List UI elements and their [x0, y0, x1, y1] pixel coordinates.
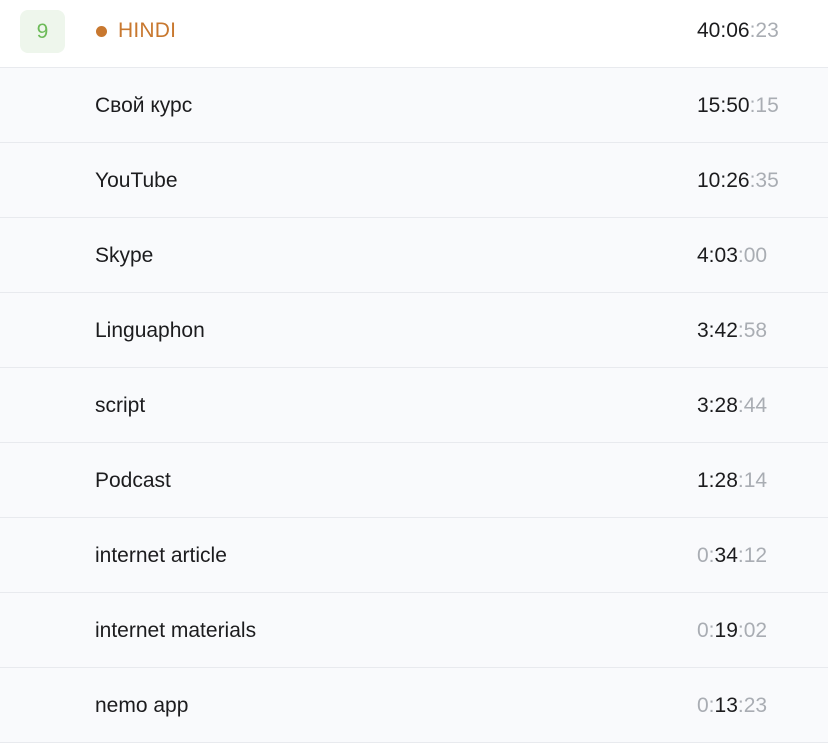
time-main: 4:03 — [697, 243, 738, 267]
activity-time: 3:28:44 — [697, 368, 767, 443]
time-main: 15:50 — [697, 93, 750, 117]
time-main: 3:42 — [697, 318, 738, 342]
activity-label: Linguaphon — [95, 318, 205, 342]
activity-row[interactable]: YouTube 10:26:35 — [0, 143, 828, 218]
activity-time: 0: 34:12 — [697, 518, 767, 593]
time-seconds: :23 — [749, 19, 779, 42]
activity-label: YouTube — [95, 168, 178, 192]
time-leading: 0: — [697, 693, 715, 717]
activity-label: Skype — [95, 243, 154, 267]
language-name: HINDI — [96, 0, 176, 62]
time-main: 40:06 — [697, 19, 750, 42]
activity-row[interactable]: Podcast 1:28:14 — [0, 443, 828, 518]
language-dot-icon — [96, 25, 107, 37]
activity-row[interactable]: Linguaphon 3:42:58 — [0, 293, 828, 368]
time-main: 13 — [714, 693, 738, 717]
time-seconds: :44 — [737, 393, 768, 417]
activity-time: 3:42:58 — [697, 293, 767, 368]
activity-time: 4:03:00 — [697, 218, 767, 293]
activity-label: Podcast — [95, 468, 171, 492]
activity-time: 0: 19:02 — [697, 593, 767, 668]
activity-time: 1:28:14 — [697, 443, 767, 518]
activity-row[interactable]: nemo app 0: 13:23 — [0, 668, 828, 743]
time-main: 10:26 — [697, 168, 750, 192]
total-time: 40:06:23 — [697, 0, 779, 62]
activity-label: script — [95, 393, 146, 417]
activity-time: 10:26:35 — [697, 143, 779, 218]
time-leading: 0: — [697, 543, 715, 567]
time-main: 1:28 — [697, 468, 738, 492]
time-main: 3:28 — [697, 393, 738, 417]
activity-label: internet materials — [95, 618, 257, 642]
time-seconds: :23 — [737, 693, 768, 717]
time-seconds: :00 — [737, 243, 768, 267]
time-seconds: :58 — [737, 318, 768, 342]
activity-row[interactable]: script 3:28:44 — [0, 368, 828, 443]
activity-label: nemo app — [95, 693, 189, 717]
time-main: 19 — [714, 618, 738, 642]
time-seconds: :15 — [749, 93, 779, 117]
activity-time-list: 9 HINDI 40:06:23 Свой курс 15:50:15 YouT… — [0, 0, 828, 743]
activity-time: 0: 13:23 — [697, 668, 767, 743]
time-seconds: :02 — [737, 618, 768, 642]
rank-badge: 9 — [20, 10, 65, 53]
time-seconds: :35 — [749, 168, 779, 192]
activity-label: internet article — [95, 543, 227, 567]
time-seconds: :14 — [737, 468, 768, 492]
language-header-row[interactable]: 9 HINDI 40:06:23 — [0, 0, 828, 68]
activity-time: 15:50:15 — [697, 68, 779, 143]
activity-row[interactable]: internet materials 0: 19:02 — [0, 593, 828, 668]
time-main: 34 — [714, 543, 738, 567]
time-seconds: :12 — [737, 543, 768, 567]
language-label: HINDI — [118, 19, 177, 42]
activity-row[interactable]: internet article 0: 34:12 — [0, 518, 828, 593]
activity-row[interactable]: Свой курс 15:50:15 — [0, 68, 828, 143]
activity-label: Свой курс — [95, 93, 193, 117]
time-leading: 0: — [697, 618, 715, 642]
activity-row[interactable]: Skype 4:03:00 — [0, 218, 828, 293]
